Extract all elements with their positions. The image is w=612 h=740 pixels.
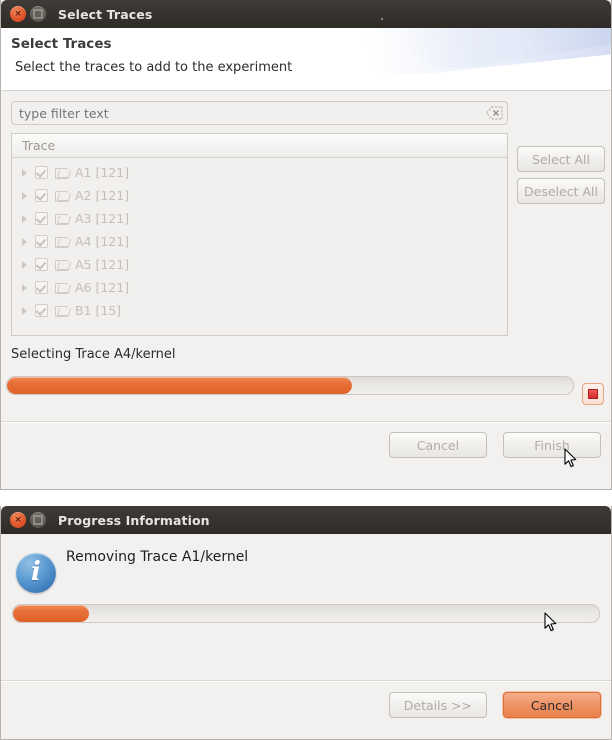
chevron-right-icon[interactable] (22, 260, 27, 269)
filter-row (11, 101, 508, 125)
folder-icon (55, 167, 69, 179)
tree-row[interactable]: A2 [121] (12, 184, 507, 207)
tree-row[interactable]: B1 [15] (12, 299, 507, 322)
close-icon[interactable]: × (10, 512, 26, 528)
row-checkbox[interactable] (35, 212, 48, 225)
chevron-right-icon[interactable] (22, 214, 27, 223)
row-checkbox[interactable] (35, 235, 48, 248)
progress-task-label: Selecting Trace A4/kernel (11, 347, 176, 362)
footer-divider (1, 680, 611, 682)
close-icon[interactable]: × (10, 6, 26, 22)
tree-row[interactable]: A3 [121] (12, 207, 507, 230)
deselect-all-button[interactable]: Deselect All (517, 178, 605, 204)
folder-icon (55, 259, 69, 271)
tree-row[interactable]: A1 [121] (12, 161, 507, 184)
cancel-button[interactable]: Cancel (503, 692, 601, 718)
folder-icon (55, 282, 69, 294)
folder-icon (55, 213, 69, 225)
tree-row-label: A2 [121] (75, 188, 130, 203)
tree-row-label: A1 [121] (75, 165, 130, 180)
page-description: Select the traces to add to the experime… (15, 60, 293, 75)
tree-row-label: A5 [121] (75, 257, 130, 272)
tree-column-header: Trace (12, 134, 507, 158)
chevron-right-icon[interactable] (22, 237, 27, 246)
progress-information-dialog: × Progress Information Details >> Cancel (0, 506, 612, 740)
tree-row-label: A6 [121] (75, 280, 130, 295)
progress-bar-fill (7, 377, 353, 394)
tree-action-buttons: Select All Deselect All (517, 146, 605, 204)
select-traces-window-title: Select Traces (58, 6, 153, 22)
tree-row[interactable]: A5 [121] (12, 253, 507, 276)
tree-row-label: A3 [121] (75, 211, 130, 226)
folder-icon (55, 236, 69, 248)
wizard-header: Select Traces Select the traces to add t… (1, 28, 611, 91)
details-button[interactable]: Details >> (388, 692, 487, 718)
row-checkbox[interactable] (35, 258, 48, 271)
progress-information-window-title: Progress Information (58, 512, 210, 528)
select-traces-titlebar[interactable]: × Select Traces (1, 0, 611, 28)
trace-tree[interactable]: Trace A1 [121] A2 [121] A3 [121] A4 [121] A5… (11, 133, 508, 336)
maximize-icon[interactable] (30, 512, 46, 528)
tree-rows: A1 [121] A2 [121] A3 [121] A4 [121] A5 [121]… (12, 158, 507, 322)
folder-icon (55, 190, 69, 202)
clear-filter-icon[interactable] (486, 105, 503, 120)
info-icon: i (16, 553, 56, 593)
stop-button[interactable] (582, 383, 604, 405)
progress-bar-fill-2 (13, 605, 90, 622)
row-checkbox[interactable] (35, 166, 48, 179)
progress-message: Removing Trace A1/kernel (66, 549, 249, 565)
chevron-right-icon[interactable] (22, 191, 27, 200)
search-input[interactable] (11, 101, 508, 125)
tree-row[interactable]: A4 [121] (12, 230, 507, 253)
maximize-icon[interactable] (30, 6, 46, 22)
row-checkbox[interactable] (35, 304, 48, 317)
chevron-right-icon[interactable] (22, 168, 27, 177)
wizard-footer-buttons: Cancel Finish (388, 432, 601, 458)
folder-icon (55, 305, 69, 317)
titlebar-artifact-dot (381, 18, 383, 20)
finish-button[interactable]: Finish (503, 432, 601, 458)
tree-row-label: B1 [15] (75, 303, 122, 318)
row-checkbox[interactable] (35, 189, 48, 202)
progress-bar-container (6, 376, 574, 395)
select-traces-dialog: × Select Traces Select Traces Select the… (0, 0, 612, 490)
footer-divider (1, 421, 611, 423)
tree-row[interactable]: A6 [121] (12, 276, 507, 299)
progress-bar (6, 376, 574, 395)
progress-bar-container-2 (12, 604, 600, 623)
progress-bar-2 (12, 604, 600, 623)
chevron-right-icon[interactable] (22, 283, 27, 292)
cancel-button[interactable]: Cancel (388, 432, 487, 458)
chevron-right-icon[interactable] (22, 306, 27, 315)
progress-information-titlebar[interactable]: × Progress Information (1, 506, 611, 534)
tree-row-label: A4 [121] (75, 234, 130, 249)
progress-footer-buttons: Details >> Cancel (388, 692, 601, 718)
select-all-button[interactable]: Select All (517, 146, 605, 172)
page-title: Select Traces (11, 36, 112, 52)
wizard-body: Trace A1 [121] A2 [121] A3 [121] A4 [121] A5… (1, 91, 611, 451)
stop-square-icon (588, 389, 598, 399)
info-icon-glyph: i (31, 557, 41, 587)
row-checkbox[interactable] (35, 281, 48, 294)
